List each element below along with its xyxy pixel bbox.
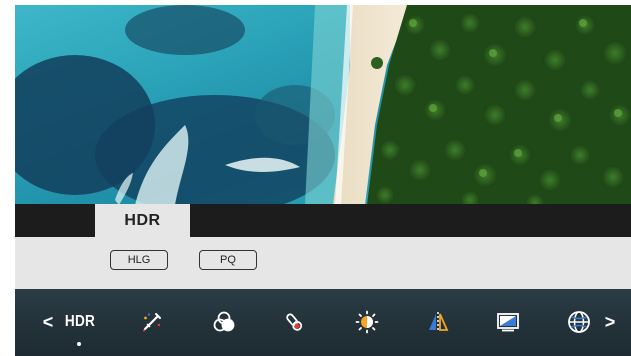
mirror-flip-icon[interactable] <box>425 309 451 335</box>
mode-tab-bar: HDR <box>15 204 631 237</box>
color-circles-icon[interactable] <box>211 309 237 335</box>
preview-screen: HDR HLG PQ < HDR > <box>15 5 631 356</box>
beach-photo-art <box>15 5 631 205</box>
hdr-options-panel: HLG PQ <box>15 237 631 289</box>
color-temperature-icon[interactable] <box>281 309 307 335</box>
beach-photo <box>15 5 631 205</box>
next-arrow-button[interactable]: > <box>603 309 617 335</box>
pq-button[interactable]: PQ <box>199 250 257 270</box>
bottom-toolbar: < HDR > <box>15 289 631 356</box>
prev-arrow-button[interactable]: < <box>41 309 55 335</box>
magic-wand-icon[interactable] <box>139 309 165 335</box>
hlg-button[interactable]: HLG <box>110 250 168 270</box>
brightness-icon[interactable] <box>354 309 380 335</box>
display-icon[interactable] <box>495 309 521 335</box>
tab-hdr[interactable]: HDR <box>95 204 190 237</box>
current-mode-label[interactable]: HDR <box>65 309 95 335</box>
globe-icon[interactable] <box>566 309 592 335</box>
active-indicator-dot <box>77 342 81 346</box>
